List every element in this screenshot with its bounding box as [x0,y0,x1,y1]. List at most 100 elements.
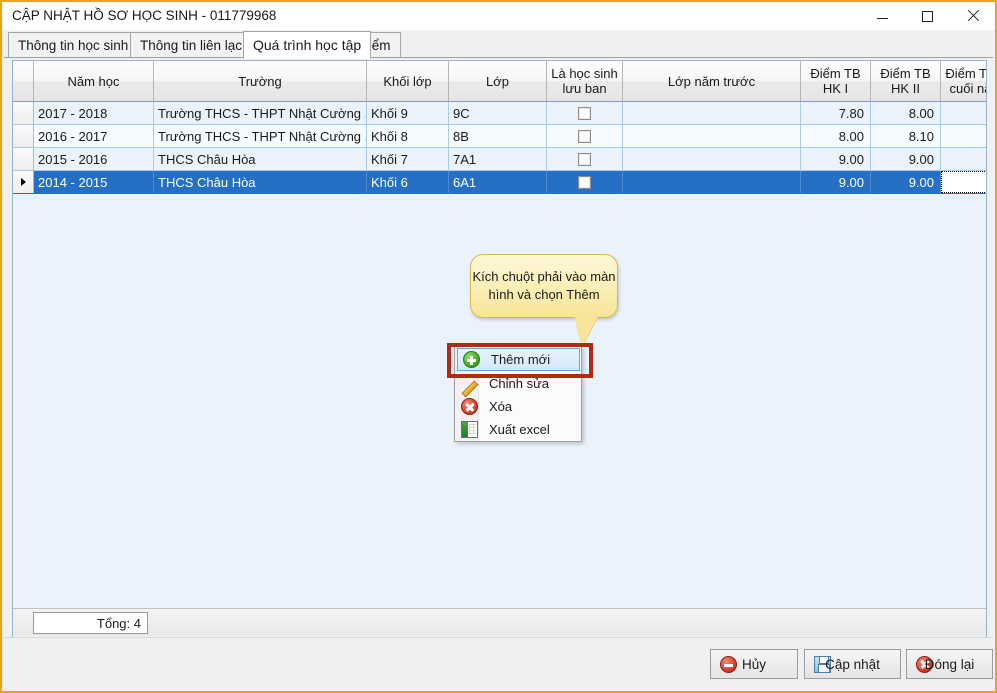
cancel-button[interactable]: Hủy [710,649,798,679]
cell-dtb-hk2[interactable]: 9.00 [871,148,941,170]
cell-khoi-lop[interactable]: Khối 8 [367,125,449,147]
column-header-lop-nam-truoc[interactable]: Lớp năm trước [623,61,801,101]
context-menu-item-label: Xuất excel [489,422,550,437]
cell-khoi-lop[interactable]: Khối 6 [367,171,449,193]
tab-label: Thông tin học sinh [18,37,129,53]
cell-dtb-hk2[interactable]: 8.00 [871,102,941,124]
cell-dtb-cuoi-nam[interactable] [941,171,986,193]
instruction-callout: Kích chuột phải vào màn hình và chọn Thê… [470,254,618,318]
luu-ban-checkbox[interactable] [578,129,591,143]
excel-icon [461,421,478,438]
context-menu-item-chinh-sua[interactable]: Chỉnh sửa [456,372,581,395]
cell-lop-nam-truoc[interactable] [623,102,801,124]
cell-lop-nam-truoc[interactable] [623,171,801,193]
cell-dtb-hk1[interactable]: 9.00 [801,171,871,193]
context-menu-item-label: Xóa [489,399,513,414]
cell-khoi-lop[interactable]: Khối 7 [367,148,449,170]
cell-nam-hoc[interactable]: 2017 - 2018 [34,102,154,124]
grid-header-row: Năm học Trường Khối lớp Lớp Là học sinh … [13,61,986,102]
row-indicator-cell[interactable] [13,125,34,147]
update-button[interactable]: Cập nhật [804,649,901,679]
cell-dtb-hk1[interactable]: 9.00 [801,148,871,170]
cell-truong[interactable]: THCS Châu Hòa [154,148,367,170]
cell-lop-nam-truoc[interactable] [623,148,801,170]
maximize-icon [922,10,933,22]
cell-dtb-hk1[interactable]: 8.00 [801,125,871,147]
row-indicator-cell[interactable] [13,102,34,124]
cell-dtb-cuoi-nam[interactable] [941,148,986,170]
column-header-dtb-hk1[interactable]: Điểm TB HK I [801,61,871,101]
cell-lop[interactable]: 8B [449,125,547,147]
cell-nam-hoc[interactable]: 2016 - 2017 [34,125,154,147]
pencil-icon [461,375,478,392]
column-header-rowindicator[interactable] [13,61,34,101]
cell-dtb-hk2[interactable]: 8.10 [871,125,941,147]
cell-dtb-cuoi-nam[interactable] [941,125,986,147]
table-row[interactable]: 2015 - 2016 THCS Châu Hòa Khối 7 7A1 9.0… [13,148,986,171]
cell-dtb-hk1[interactable]: 7.80 [801,102,871,124]
context-menu-item-xuat-excel[interactable]: Xuất excel [456,418,581,441]
cancel-button-label: Hủy [741,656,766,672]
tab-label: Quá trình học tập [253,37,362,53]
close-dialog-button[interactable]: Đóng lại [906,649,993,679]
cell-luu-ban[interactable] [547,125,623,147]
tab-qua-trinh-hoc-tap[interactable]: Quá trình học tập [243,31,372,59]
column-header-dtb-hk2[interactable]: Điểm TB HK II [871,61,941,101]
maximize-button[interactable] [905,2,950,30]
instruction-callout-tail [575,317,598,347]
tab-label: Thông tin liên lạc [140,37,243,53]
tab-thong-tin-hoc-sinh[interactable]: Thông tin học sinh [8,32,139,58]
update-button-label: Cập nhật [825,656,880,672]
context-menu-item-xoa[interactable]: Xóa [456,395,581,418]
table-row[interactable]: 2017 - 2018 Trường THCS - THPT Nhật Cườn… [13,102,986,125]
cell-luu-ban[interactable] [547,171,623,193]
total-count-box: Tổng: 4 [33,612,148,634]
table-row[interactable]: 2014 - 2015 THCS Châu Hòa Khối 6 6A1 9.0… [13,171,986,194]
plus-circle-icon [463,351,480,368]
table-row[interactable]: 2016 - 2017 Trường THCS - THPT Nhật Cườn… [13,125,986,148]
column-header-truong[interactable]: Trường [154,61,367,101]
column-header-khoi-lop[interactable]: Khối lớp [367,61,449,101]
cell-luu-ban[interactable] [547,102,623,124]
row-indicator-cell[interactable] [13,171,34,193]
context-menu-item-them-moi[interactable]: Thêm mới [457,348,580,371]
cell-truong[interactable]: Trường THCS - THPT Nhật Cường ... [154,125,367,147]
dialog-action-bar: Hủy Cập nhật Đóng lại [4,637,993,689]
minimize-icon [877,18,888,19]
close-dialog-button-label: Đóng lại [924,656,975,672]
context-menu[interactable]: Thêm mới Chỉnh sửa Xóa Xuất excel [454,346,582,442]
application-window: CẬP NHẬT HỒ SƠ HỌC SINH - 011779968 Thôn… [0,0,997,693]
column-header-nam-hoc[interactable]: Năm học [34,61,154,101]
row-indicator-cell[interactable] [13,148,34,170]
grid-status-bar: Tổng: 4 [13,608,986,636]
tab-thong-tin-lien-lac[interactable]: Thông tin liên lạc [130,32,253,58]
content-panel: Năm học Trường Khối lớp Lớp Là học sinh … [4,58,993,659]
column-header-luu-ban[interactable]: Là học sinh lưu ban [547,61,623,101]
window-title: CẬP NHẬT HỒ SƠ HỌC SINH - 011779968 [12,8,277,23]
close-button[interactable] [950,2,995,30]
luu-ban-checkbox[interactable] [578,106,591,120]
cell-truong[interactable]: THCS Châu Hòa [154,171,367,193]
tab-strip: Thông tin học sinh Thông tin liên lạc Qu… [4,31,993,59]
context-menu-item-label: Chỉnh sửa [489,376,550,391]
column-header-lop[interactable]: Lớp [449,61,547,101]
context-menu-item-label: Thêm mới [491,352,551,367]
title-bar: CẬP NHẬT HỒ SƠ HỌC SINH - 011779968 [2,2,995,30]
cell-dtb-cuoi-nam[interactable] [941,102,986,124]
cell-truong[interactable]: Trường THCS - THPT Nhật Cường ... [154,102,367,124]
cell-lop[interactable]: 6A1 [449,171,547,193]
cell-luu-ban[interactable] [547,148,623,170]
cell-lop[interactable]: 9C [449,102,547,124]
cell-lop[interactable]: 7A1 [449,148,547,170]
cell-nam-hoc[interactable]: 2014 - 2015 [34,171,154,193]
cell-nam-hoc[interactable]: 2015 - 2016 [34,148,154,170]
luu-ban-checkbox[interactable] [578,152,591,166]
delete-circle-icon [461,398,478,415]
cell-dtb-hk2[interactable]: 9.00 [871,171,941,193]
cell-khoi-lop[interactable]: Khối 9 [367,102,449,124]
column-header-dtb-cuoi-nam[interactable]: Điểm TB cuối nă [941,61,986,101]
minimize-button[interactable] [860,2,905,30]
current-row-arrow-icon [20,178,26,186]
cell-lop-nam-truoc[interactable] [623,125,801,147]
luu-ban-checkbox[interactable] [578,175,591,189]
